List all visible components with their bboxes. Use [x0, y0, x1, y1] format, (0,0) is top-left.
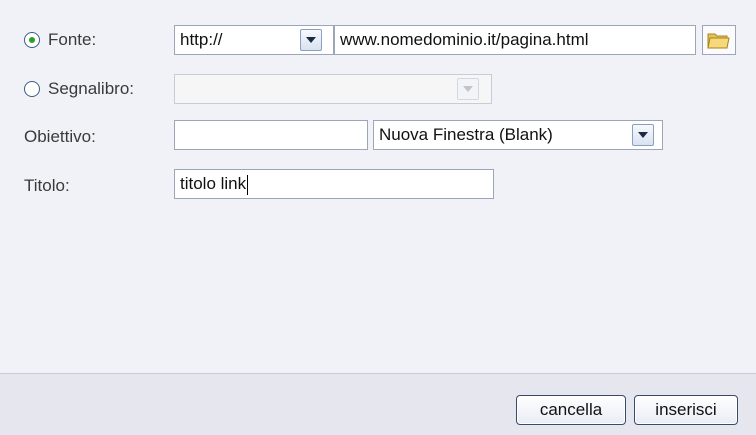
radio-fonte-dot [29, 37, 35, 43]
radio-segnalibro[interactable] [24, 81, 40, 97]
chevron-down-icon [463, 86, 473, 92]
cancel-button[interactable]: cancella [516, 395, 626, 425]
chevron-down-icon [638, 132, 648, 138]
target-input[interactable] [174, 120, 368, 150]
fonte-label: Fonte: [48, 30, 97, 49]
radio-fonte[interactable] [24, 32, 40, 48]
folder-icon [707, 33, 730, 49]
url-input[interactable]: www.nomedominio.it/pagina.html [334, 25, 696, 55]
bookmark-select[interactable] [174, 74, 492, 104]
target-select[interactable]: Nuova Finestra (Blank) [373, 120, 663, 150]
target-dropdown-button[interactable] [632, 124, 654, 146]
segnalibro-label: Segnalibro: [48, 79, 135, 98]
browse-button[interactable] [702, 25, 736, 55]
protocol-value: http:// [180, 30, 223, 49]
target-option: Nuova Finestra (Blank) [379, 125, 553, 144]
text-cursor [247, 174, 249, 195]
insert-button[interactable]: inserisci [634, 395, 738, 425]
titolo-label: Titolo: [24, 176, 70, 195]
protocol-dropdown-button[interactable] [300, 29, 322, 51]
url-value: www.nomedominio.it/pagina.html [340, 30, 589, 49]
bookmark-dropdown-button[interactable] [457, 78, 479, 100]
obiettivo-label: Obiettivo: [24, 127, 96, 146]
chevron-down-icon [306, 37, 316, 43]
title-value: titolo link [180, 174, 247, 193]
title-input[interactable]: titolo link [174, 169, 494, 199]
